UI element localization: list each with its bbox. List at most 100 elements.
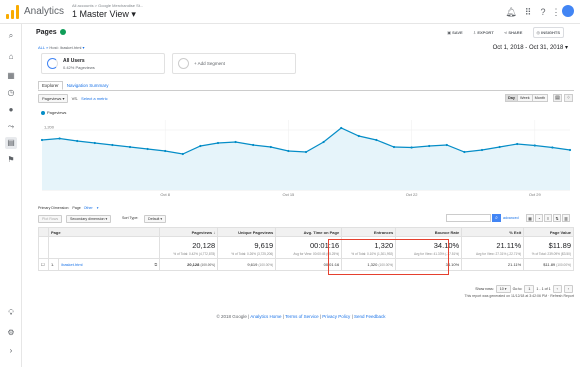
more-icon[interactable]: ⋮ — [550, 6, 562, 18]
clock-icon[interactable]: ◷ — [5, 87, 17, 99]
save-button[interactable]: ▣ SAVE — [447, 30, 463, 35]
chevron-down-icon: ▾ — [131, 9, 136, 19]
column-bounce-rate[interactable]: Bounce Rate — [395, 227, 463, 237]
week-button[interactable]: Week — [516, 94, 533, 102]
goto-page-input[interactable]: 1 — [524, 285, 535, 293]
line-chart-icon[interactable]: ▤ — [553, 94, 562, 102]
segment-ring-icon — [178, 58, 189, 69]
sort-type-select[interactable]: Default ▾ — [144, 215, 167, 223]
row-index: 1. — [48, 258, 59, 271]
analytics-logo[interactable] — [6, 5, 20, 19]
data-point — [428, 144, 431, 148]
pivot-view-icon[interactable]: ▥ — [562, 214, 570, 222]
footer-link-feedback[interactable]: Send Feedback — [354, 314, 386, 319]
row-page[interactable]: /basket.html ⧉ — [57, 258, 161, 271]
column-entrances[interactable]: Entrances — [341, 227, 397, 237]
breadcrumb[interactable]: ALL » Host: /basket.html ▾ — [38, 45, 85, 50]
row-checkbox[interactable]: ☐ — [38, 258, 49, 271]
data-point — [216, 141, 220, 145]
data-point — [480, 148, 484, 152]
column-exit[interactable]: % Exit — [461, 227, 525, 237]
advanced-filter-link[interactable]: advanced — [503, 216, 519, 220]
data-point — [181, 152, 184, 156]
segment-ring-icon — [47, 58, 58, 69]
pageviews-chart[interactable]: 1,200600Oct 8Oct 15Oct 22Oct 29 — [38, 116, 574, 202]
sort-type-label: Sort Type: — [122, 216, 139, 220]
total-unique: 9,619% of Total: 0.26% (3,725,206) — [217, 236, 277, 259]
pie-view-icon[interactable]: ◔ — [535, 214, 543, 222]
help-icon[interactable]: ? — [537, 6, 549, 18]
segment-name: All Users — [63, 58, 85, 64]
data-point — [410, 146, 413, 149]
expand-icon[interactable]: › — [5, 345, 17, 357]
motion-chart-icon[interactable]: ⁘ — [564, 94, 573, 102]
check-icon — [59, 29, 66, 36]
home-icon[interactable]: ⌂ — [5, 51, 17, 63]
add-segment[interactable]: + Add Segment — [172, 53, 296, 74]
performance-view-icon[interactable]: ≡ — [544, 214, 552, 222]
next-page-button[interactable]: › — [563, 285, 573, 293]
account-breadcrumb[interactable]: All accounts > Google Merchandise St... — [72, 3, 143, 8]
date-range[interactable]: Oct 1, 2018 - Oct 31, 2018 ▾ — [493, 44, 568, 51]
prev-page-button[interactable]: ‹ — [552, 285, 562, 293]
avatar[interactable] — [562, 5, 574, 17]
footer-link-terms[interactable]: Terms of Service — [285, 314, 319, 319]
segment-percent: 0.42% Pageviews — [63, 65, 95, 70]
search-button[interactable]: ⌕ — [492, 214, 501, 222]
column-avg-time[interactable]: Avg. Time on Page — [275, 227, 343, 237]
data-point — [269, 145, 272, 149]
metric-select[interactable]: Pageviews ▾ — [38, 94, 69, 103]
select-metric-link[interactable]: Select a metric — [81, 96, 107, 101]
row-entrances: 1,320 (100.00%) — [341, 258, 397, 271]
report-actions: ▣ SAVE ⇩ EXPORT ⋖ SHARE ◎ INSIGHTS — [438, 27, 564, 38]
data-point — [551, 146, 554, 149]
tab-explorer[interactable]: Explorer — [38, 81, 63, 90]
footer-link-home[interactable]: Analytics Home — [250, 314, 281, 319]
dashboard-icon[interactable]: ▦ — [5, 70, 17, 82]
bell-icon[interactable]: 🔔︎ — [505, 6, 517, 18]
dimension-page[interactable]: Page — [72, 206, 80, 210]
share-button[interactable]: ⋖ SHARE — [504, 30, 522, 35]
view-selector[interactable]: 1 Master View ▾ — [72, 9, 136, 20]
data-point — [234, 140, 237, 144]
acquisition-icon[interactable]: ⤳ — [5, 121, 17, 133]
insights-button[interactable]: ◎ INSIGHTS — [532, 27, 564, 38]
select-all-checkbox[interactable] — [38, 227, 49, 237]
gear-icon[interactable]: ⚙ — [5, 327, 17, 339]
pagination: Show rows: 10 ▾ Go to: 1 1 - 1 of 1 ‹ › — [22, 285, 574, 293]
tab-navigation-summary[interactable]: Navigation Summary — [63, 81, 113, 90]
person-icon[interactable]: ● — [5, 104, 17, 116]
segment-all-users[interactable]: All Users 0.42% Pageviews — [41, 53, 165, 74]
dimension-other[interactable]: Other ▾ — [84, 206, 99, 210]
data-point — [58, 137, 61, 140]
search-icon[interactable]: ⌕ — [5, 30, 17, 42]
report-tabs: Explorer Navigation Summary — [38, 81, 113, 90]
top-bar: Analytics All accounts > Google Merchand… — [0, 0, 580, 24]
column-page-value[interactable]: Page Value — [523, 227, 574, 237]
total-value: $11.89% of Total: 239.09% ($3.50) — [523, 236, 574, 259]
data-point — [340, 126, 343, 130]
comparison-view-icon[interactable]: ⇅ — [553, 214, 561, 222]
divider — [38, 90, 574, 91]
apps-icon[interactable]: ⠿ — [522, 6, 534, 18]
column-pageviews[interactable]: Pageviews ↓ — [159, 227, 219, 237]
secondary-dimension-select[interactable]: Secondary dimension ▾ — [66, 215, 112, 223]
page-range: 1 - 1 of 1 — [536, 287, 551, 291]
table-search-input[interactable] — [446, 214, 491, 222]
rows-per-page-select[interactable]: 10 ▾ — [495, 285, 511, 293]
add-segment-label: + Add Segment — [194, 61, 225, 66]
column-page[interactable]: Page — [47, 227, 161, 237]
column-unique-pageviews[interactable]: Unique Pageviews — [217, 227, 277, 237]
behavior-icon[interactable]: ▤ — [5, 137, 17, 149]
footer-link-privacy[interactable]: Privacy Policy — [322, 314, 350, 319]
flag-icon[interactable]: ⚑ — [5, 154, 17, 166]
row-exit: 21.11% — [461, 258, 525, 271]
row-avg-time: 00:01:16 — [275, 258, 343, 271]
table-view-icon[interactable]: ▦ — [526, 214, 534, 222]
plot-rows-button[interactable]: Plot Rows — [38, 215, 63, 223]
export-button[interactable]: ⇩ EXPORT — [473, 30, 494, 35]
month-button[interactable]: Month — [531, 94, 549, 102]
external-link-icon[interactable]: ⧉ — [154, 262, 157, 267]
row-pageviews: 20,128 (100.00%) — [159, 258, 219, 271]
lightbulb-icon[interactable]: 💡︎ — [5, 307, 17, 319]
